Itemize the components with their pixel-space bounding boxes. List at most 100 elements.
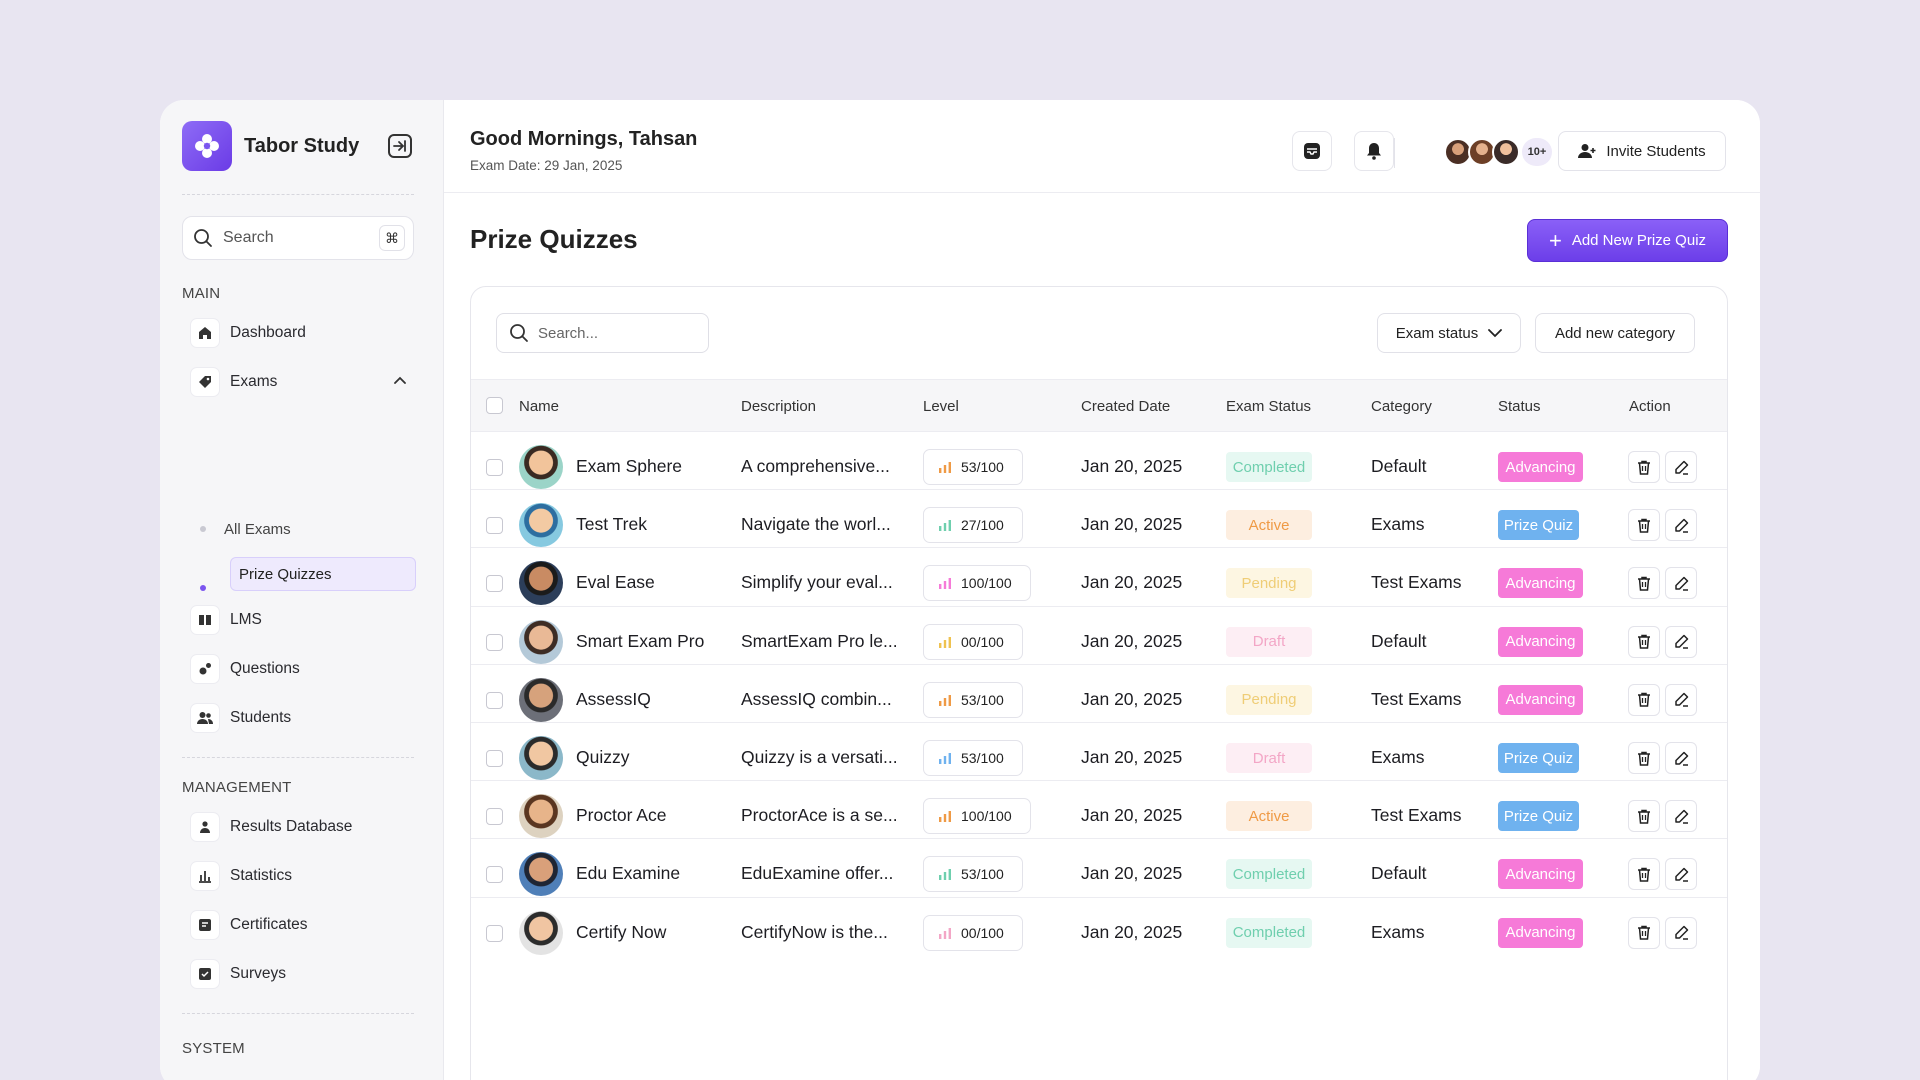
- sidebar-subitem-all-exams[interactable]: All Exams: [200, 512, 416, 546]
- status-badge: Advancing: [1498, 568, 1583, 599]
- avatar: [519, 677, 563, 722]
- level-value: 00/100: [961, 924, 1004, 941]
- sidebar-item-certificates[interactable]: Certificates: [190, 905, 415, 945]
- col-level[interactable]: Level: [923, 398, 959, 415]
- created-date: Jan 20, 2025: [1081, 688, 1183, 709]
- brand[interactable]: Tabor Study: [182, 121, 359, 171]
- delete-button[interactable]: [1628, 742, 1660, 774]
- edit-icon: [1674, 809, 1688, 824]
- exam-date: Exam Date: 29 Jan, 2025: [470, 158, 623, 173]
- edit-button[interactable]: [1665, 916, 1697, 949]
- delete-button[interactable]: [1628, 683, 1660, 716]
- delete-button[interactable]: [1628, 800, 1660, 833]
- col-name[interactable]: Name: [519, 398, 559, 415]
- exam-status-badge: Completed: [1226, 452, 1312, 482]
- created-date: Jan 20, 2025: [1081, 921, 1183, 942]
- edit-button[interactable]: [1665, 509, 1697, 542]
- edit-button[interactable]: [1665, 451, 1697, 483]
- add-prize-quiz-button[interactable]: + Add New Prize Quiz: [1527, 219, 1728, 262]
- avatar: [519, 736, 563, 780]
- collapse-icon[interactable]: [388, 134, 412, 158]
- level-chip: 53/100: [923, 449, 1023, 485]
- select-all-checkbox[interactable]: [486, 397, 503, 414]
- col-action[interactable]: Action: [1629, 398, 1671, 415]
- edit-button[interactable]: [1665, 683, 1697, 716]
- row-checkbox[interactable]: [486, 750, 503, 767]
- avatar: [519, 445, 563, 489]
- row-checkbox[interactable]: [486, 459, 503, 476]
- avatar: [519, 910, 563, 955]
- sidebar-subitem-prize-quizzes[interactable]: Prize Quizzes: [230, 557, 416, 591]
- row-checkbox[interactable]: [486, 517, 503, 535]
- trash-icon: [1638, 518, 1650, 533]
- col-exam-status[interactable]: Exam Status: [1226, 398, 1311, 415]
- sidebar-item-dashboard[interactable]: Dashboard: [190, 313, 415, 353]
- row-checkbox[interactable]: [486, 633, 503, 651]
- divider: [182, 757, 414, 758]
- divider: [182, 1013, 414, 1014]
- quiz-name[interactable]: AssessIQ: [576, 689, 651, 710]
- table-search-input[interactable]: Search...: [496, 313, 709, 353]
- delete-button[interactable]: [1628, 451, 1660, 483]
- sidebar-item-questions[interactable]: Questions: [190, 649, 415, 689]
- invite-students-button[interactable]: Invite Students: [1558, 131, 1726, 171]
- edit-button[interactable]: [1665, 800, 1697, 833]
- sidebar-item-statistics[interactable]: Statistics: [190, 856, 415, 896]
- quiz-name[interactable]: Smart Exam Pro: [576, 631, 704, 652]
- trash-icon: [1638, 925, 1650, 940]
- created-date: Jan 20, 2025: [1081, 747, 1183, 767]
- quiz-description: SmartExam Pro le...: [741, 630, 898, 651]
- col-description[interactable]: Description: [741, 398, 816, 415]
- bullet: [200, 526, 206, 532]
- sidebar-item-surveys[interactable]: Surveys: [190, 954, 415, 994]
- quiz-name[interactable]: Test Trek: [576, 514, 647, 535]
- sidebar-item-results-database[interactable]: Results Database: [190, 807, 415, 847]
- level-chip: 100/100: [923, 798, 1031, 835]
- row-checkbox[interactable]: [486, 924, 503, 942]
- col-category[interactable]: Category: [1371, 398, 1432, 415]
- edit-button[interactable]: [1665, 567, 1697, 600]
- chevron-up-icon[interactable]: [393, 374, 407, 388]
- delete-button[interactable]: [1628, 625, 1660, 658]
- category: Default: [1371, 630, 1427, 651]
- created-date: Jan 20, 2025: [1081, 805, 1183, 826]
- quiz-description: Navigate the worl...: [741, 514, 891, 535]
- sidebar-search-label: Search: [223, 229, 274, 246]
- row-checkbox[interactable]: [486, 575, 503, 593]
- sidebar-item-students[interactable]: Students: [190, 698, 415, 738]
- delete-button[interactable]: [1628, 858, 1660, 891]
- active-bullet: [200, 585, 206, 591]
- quiz-name[interactable]: Certify Now: [576, 922, 666, 943]
- table-row[interactable]: Certify Now CertifyNow is the... 00/100 …: [471, 896, 1727, 968]
- delete-button[interactable]: [1628, 916, 1660, 949]
- greeting: Good Mornings, Tahsan: [470, 128, 698, 150]
- delete-button[interactable]: [1628, 509, 1660, 542]
- status-badge: Advancing: [1498, 917, 1583, 948]
- book-icon: [190, 605, 220, 635]
- avatar: [519, 503, 563, 548]
- edit-button[interactable]: [1665, 858, 1697, 891]
- sidebar-item-exams[interactable]: Exams: [190, 362, 415, 402]
- row-checkbox[interactable]: [486, 808, 503, 826]
- quiz-name[interactable]: Exam Sphere: [576, 456, 682, 477]
- notification-button[interactable]: [1354, 131, 1394, 171]
- signal-icon: [939, 520, 951, 532]
- quiz-name[interactable]: Quizzy: [576, 747, 629, 768]
- quiz-name[interactable]: Eval Ease: [576, 572, 655, 593]
- col-status[interactable]: Status: [1498, 398, 1541, 415]
- edit-button[interactable]: [1665, 625, 1697, 658]
- quiz-name[interactable]: Proctor Ace: [576, 805, 666, 826]
- inbox-button[interactable]: [1292, 131, 1332, 171]
- sidebar-item-lms[interactable]: LMS: [190, 600, 415, 640]
- chevron-down-icon: [1488, 329, 1503, 338]
- sidebar-search[interactable]: Search ⌘: [182, 216, 414, 260]
- quiz-name[interactable]: Edu Examine: [576, 863, 680, 884]
- delete-button[interactable]: [1628, 567, 1660, 600]
- app-window: Tabor Study Search ⌘ MAIN Dashboard Exam…: [160, 100, 1760, 1080]
- row-checkbox[interactable]: [486, 866, 503, 884]
- add-category-button[interactable]: Add new category: [1535, 313, 1695, 353]
- row-checkbox[interactable]: [486, 691, 503, 709]
- edit-button[interactable]: [1665, 742, 1697, 774]
- exam-status-dropdown[interactable]: Exam status: [1377, 313, 1521, 353]
- col-created-date[interactable]: Created Date: [1081, 398, 1170, 415]
